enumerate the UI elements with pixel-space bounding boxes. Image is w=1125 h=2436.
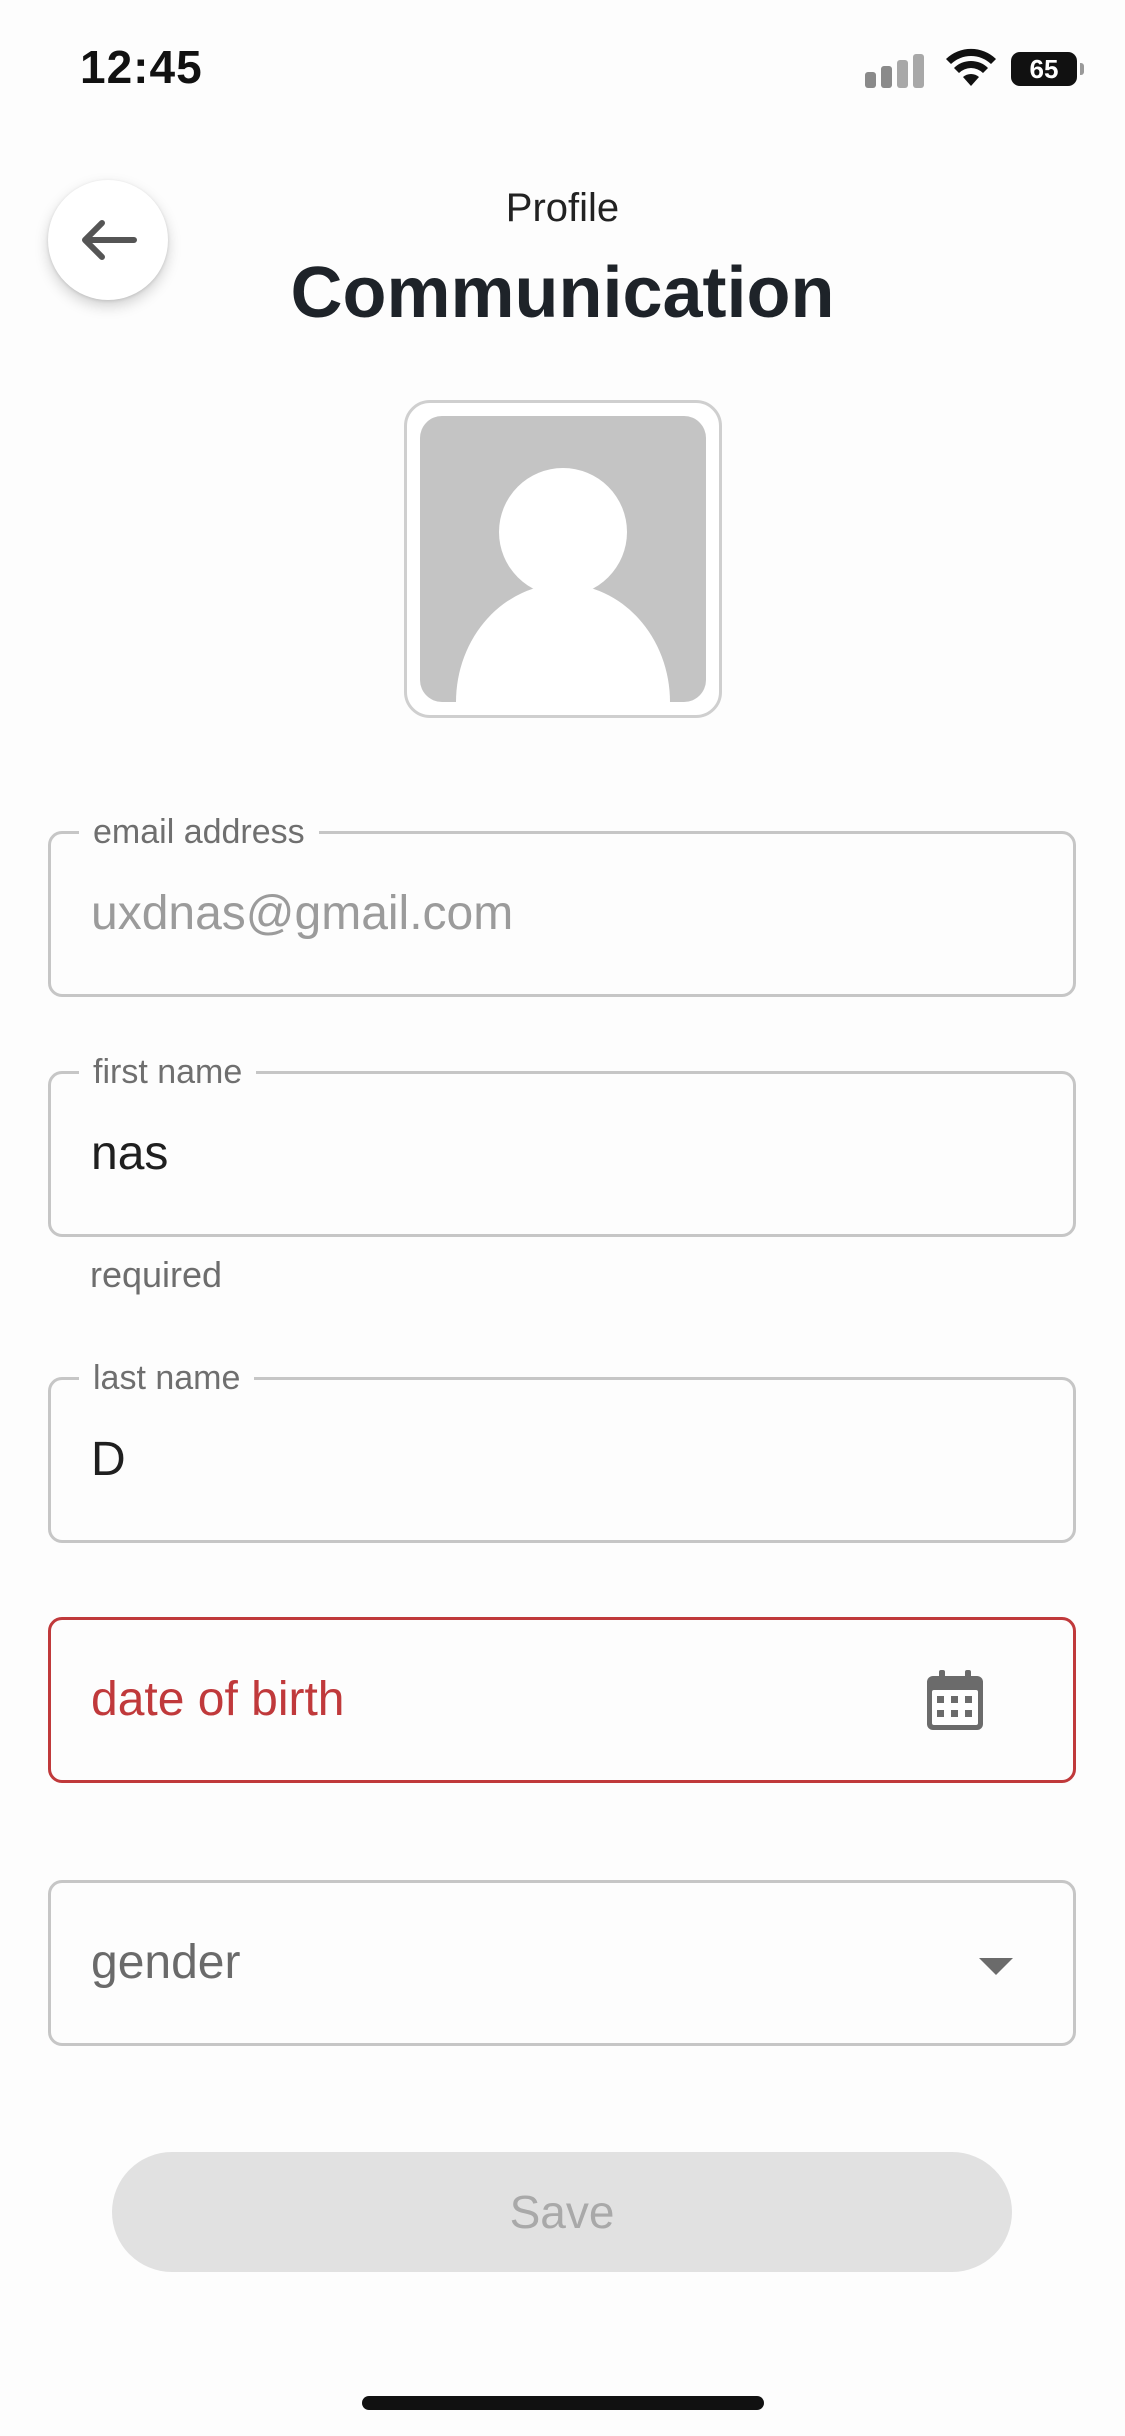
last-name-value: D [91,1433,126,1486]
status-indicators: 65 [865,48,1085,92]
email-field[interactable]: email address uxdnas@gmail.com [48,812,1076,997]
battery-icon: 65 [1011,52,1084,86]
date-of-birth-field[interactable]: date of birth [48,1617,1076,1783]
home-indicator [362,2396,764,2410]
email-value: uxdnas@gmail.com [91,887,514,940]
first-name-field[interactable]: first name nas [48,1052,1076,1237]
page-subtitle: Profile [505,186,620,230]
cellular-signal-icon [865,48,929,88]
status-time: 12:45 [80,41,203,93]
wifi-icon [946,48,996,86]
profile-communication-screen: 12:45 65 Profile Communication email add… [0,0,1125,2436]
dropdown-arrow-icon [979,1958,1013,1975]
gender-select[interactable]: gender [48,1880,1076,2046]
avatar-placeholder [420,416,706,702]
first-name-value: nas [91,1127,169,1180]
last-name-field[interactable]: last name D [48,1358,1076,1543]
save-button[interactable]: Save [112,2152,1012,2272]
calendar-icon[interactable] [927,1670,983,1730]
gender-placeholder: gender [91,1936,241,1989]
avatar[interactable] [404,400,722,718]
first-name-helper-text: required [90,1254,223,1295]
person-silhouette-icon [456,468,670,702]
date-of-birth-placeholder: date of birth [91,1673,345,1726]
page-title: Communication [290,253,835,333]
